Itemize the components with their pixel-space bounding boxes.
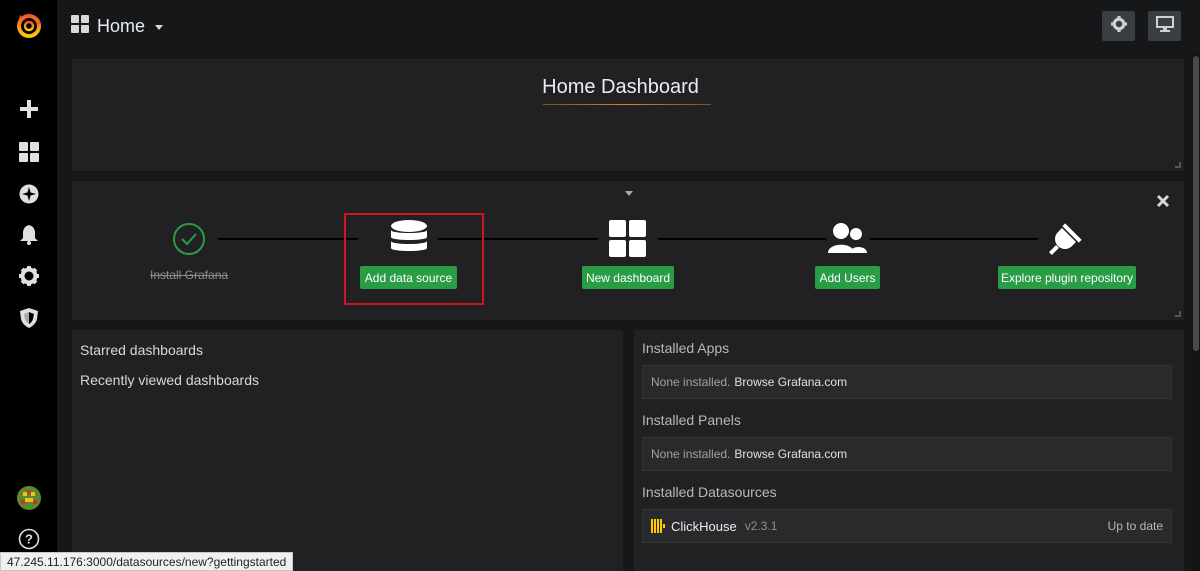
- configuration-gear-icon[interactable]: [0, 256, 57, 296]
- check-circle-icon: [172, 222, 206, 261]
- browser-status-bar: 47.245.11.176:3000/datasources/new?getti…: [0, 552, 294, 571]
- dashboard-picker-button[interactable]: Home: [71, 14, 164, 38]
- scrollbar-thumb[interactable]: [1193, 56, 1199, 351]
- apps-grid-icon: [71, 14, 89, 38]
- dashboard-picker-label: Home: [97, 15, 146, 36]
- installed-datasources-heading: Installed Datasources: [642, 484, 777, 500]
- svg-text:?: ?: [25, 532, 33, 547]
- add-users-button[interactable]: Add Users: [815, 266, 880, 289]
- page-scrollbar[interactable]: [1192, 52, 1200, 571]
- none-installed-text: None installed.: [651, 375, 731, 389]
- list-item: None installed. Browse Grafana.com: [642, 437, 1172, 471]
- datasource-name: ClickHouse: [671, 518, 737, 534]
- list-item: None installed. Browse Grafana.com: [642, 365, 1172, 399]
- none-installed-text: None installed.: [651, 447, 731, 461]
- clickhouse-logo-icon: [651, 519, 667, 533]
- server-admin-shield-icon[interactable]: [0, 298, 57, 338]
- resize-handle[interactable]: [1175, 162, 1181, 168]
- installed-panels-heading: Installed Panels: [642, 412, 741, 428]
- sidebar: ?: [0, 0, 57, 571]
- datasource-row[interactable]: ClickHouse v2.3.1 Up to date: [642, 509, 1172, 543]
- progress-connector: [218, 238, 358, 240]
- user-avatar[interactable]: [0, 478, 57, 518]
- progress-connector: [870, 238, 1038, 240]
- view-mode-button[interactable]: [1148, 11, 1181, 41]
- datasource-status: Up to date: [1107, 519, 1163, 533]
- grafana-logo-icon[interactable]: [0, 6, 57, 46]
- gear-icon: [1110, 15, 1127, 37]
- create-plus-icon[interactable]: [0, 89, 57, 129]
- explore-plugin-repository-button[interactable]: Explore plugin repository: [998, 266, 1136, 289]
- recently-viewed-heading[interactable]: Recently viewed dashboards: [80, 372, 259, 388]
- close-icon[interactable]: [1156, 194, 1170, 213]
- dashboards-grid-icon[interactable]: [0, 132, 57, 172]
- progress-connector: [658, 238, 826, 240]
- page-title: Home Dashboard: [542, 76, 699, 98]
- highlight-annotation-box: [344, 213, 484, 305]
- browse-grafana-link[interactable]: Browse Grafana.com: [734, 447, 847, 461]
- starred-dashboards-heading[interactable]: Starred dashboards: [80, 342, 203, 358]
- monitor-icon: [1155, 15, 1174, 37]
- browse-grafana-link[interactable]: Browse Grafana.com: [734, 375, 847, 389]
- alerting-bell-icon[interactable]: [0, 215, 57, 255]
- explore-compass-icon[interactable]: [0, 174, 57, 214]
- resize-handle[interactable]: [1175, 311, 1181, 317]
- top-navbar: Home: [57, 0, 1200, 52]
- dashboard-list-panel: [72, 330, 623, 571]
- new-dashboard-button[interactable]: New dashboard: [582, 266, 674, 289]
- plug-icon: [1048, 218, 1086, 261]
- title-underline: [543, 104, 711, 105]
- collapse-caret-icon[interactable]: [625, 191, 633, 196]
- installed-apps-heading: Installed Apps: [642, 340, 730, 356]
- step-install-grafana: Install Grafana: [150, 268, 229, 282]
- new-dashboard-grid-icon: [609, 220, 646, 262]
- datasource-version: v2.3.1: [744, 519, 778, 533]
- users-icon: [828, 222, 868, 259]
- chevron-down-icon: [155, 25, 164, 30]
- dashboard-settings-button[interactable]: [1102, 11, 1135, 41]
